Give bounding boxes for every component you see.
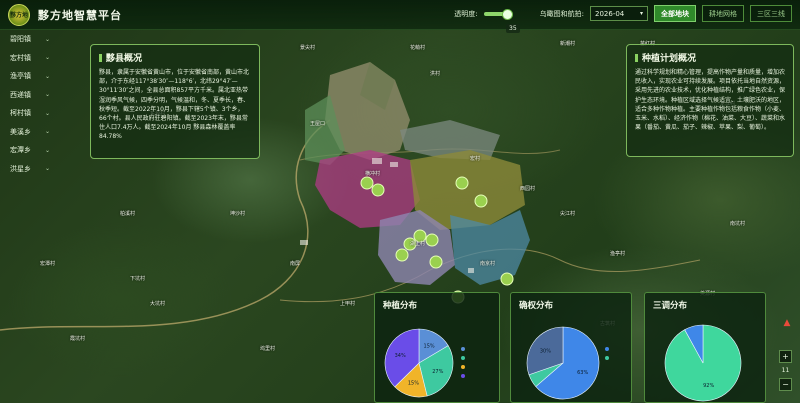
village-label: 南京村 xyxy=(480,261,496,267)
chart-panel-planting: 种植分布 15% 27% 15% 34% xyxy=(374,292,500,403)
sidebar-item-label: 渔亭镇 xyxy=(10,72,31,81)
village-label: 新潮村 xyxy=(560,41,576,47)
zoom-level: 11 xyxy=(781,367,790,374)
pie-slice-label: 92% xyxy=(703,383,714,389)
opacity-slider[interactable] xyxy=(483,8,513,20)
pie-slice-label: 15% xyxy=(408,381,419,387)
village-label: 霞坑村 xyxy=(70,336,86,342)
village-label: 宏潭村 xyxy=(40,261,56,267)
legend-dot xyxy=(605,347,609,351)
chevron-down-icon: ⌄ xyxy=(44,72,50,80)
village-label: 横冲村 xyxy=(365,171,381,177)
top-bar: 黟方地 黟方地智慧平台 透明度: 乌瞰图和航拍: 2026-04 ▾ 全部地块 … xyxy=(0,0,800,30)
overview-panel: 黟县概况 黟县，隶属于安徽省黄山市，位于安徽省南部，黄山市北部，介于东经117°… xyxy=(90,44,260,159)
legend-dot xyxy=(461,374,465,378)
sidebar-item[interactable]: 碧阳镇 ⌄ xyxy=(0,30,54,49)
sidebar-item-label: 洪星乡 xyxy=(10,164,31,173)
zoom-out-icon[interactable]: − xyxy=(779,378,792,391)
chart-title: 种植分布 xyxy=(383,301,418,311)
date-value: 2026-04 xyxy=(595,9,625,18)
sidebar-item[interactable]: 洪星乡 ⌄ xyxy=(0,160,54,179)
village-label: 南屏 xyxy=(290,261,301,267)
date-select[interactable]: 2026-04 ▾ xyxy=(590,6,648,21)
sidebar-item[interactable]: 西递镇 ⌄ xyxy=(0,86,54,105)
chart-title: 三调分布 xyxy=(653,301,688,311)
sidebar-item-label: 宏村镇 xyxy=(10,53,31,62)
chevron-down-icon: ⌄ xyxy=(44,91,50,99)
app-title: 黟方地智慧平台 xyxy=(38,8,122,22)
compass-icon[interactable]: ▲ xyxy=(782,318,792,331)
opacity-label: 透明度: xyxy=(454,9,478,18)
sidebar-item-label: 宏潭乡 xyxy=(10,146,31,155)
legend-dot xyxy=(461,347,465,351)
chart-panel-survey: 三调分布 92% xyxy=(644,292,766,403)
sidebar-item[interactable]: 渔亭镇 ⌄ xyxy=(0,67,54,86)
pie-slice-label: 63% xyxy=(577,370,588,376)
village-label: 西园村 xyxy=(520,186,536,192)
village-label: 湖上村 xyxy=(410,241,426,247)
pie-slice-label: 34% xyxy=(395,353,406,359)
pie-slice-label: 27% xyxy=(432,369,443,375)
village-label: 柏溪村 xyxy=(120,211,136,217)
chevron-down-icon: ⌄ xyxy=(44,35,50,43)
village-label: 花萌村 xyxy=(410,45,426,51)
zoom-controls: + 11 − xyxy=(779,350,792,391)
pie-slice-label: 30% xyxy=(540,348,551,354)
village-label: 上甲村 xyxy=(340,301,356,307)
chevron-down-icon: ⌄ xyxy=(44,146,50,154)
village-label: 宏村 xyxy=(470,156,481,162)
chart-title: 确权分布 xyxy=(519,301,554,311)
chevron-down-icon: ⌄ xyxy=(44,109,50,117)
legend-dot xyxy=(461,365,465,369)
zoom-in-icon[interactable]: + xyxy=(779,350,792,363)
sidebar-item[interactable]: 美溪乡 ⌄ xyxy=(0,123,54,142)
pie-chart-ownership[interactable]: 63% 30% xyxy=(511,311,633,403)
legend-dot xyxy=(605,356,609,360)
toolbar-controls: 透明度: 乌瞰图和航拍: 2026-04 ▾ 全部地块 耕地网格 三区三线 xyxy=(454,5,792,22)
opacity-value: 35 xyxy=(506,24,520,33)
town-sidebar: 碧阳镇 ⌄ 宏村镇 ⌄ 渔亭镇 ⌄ 西递镇 ⌄ 柯村镇 ⌄ 美溪乡 ⌄ 宏潭乡 ⌄ 洪星乡 ⌄ xyxy=(0,30,54,178)
village-label: 大坑村 xyxy=(150,301,166,307)
map-controls: ▲ xyxy=(782,318,792,331)
village-label: 坤沙村 xyxy=(230,211,246,217)
legend-dot xyxy=(461,356,465,360)
all-plots-button[interactable]: 全部地块 xyxy=(654,5,696,22)
calendar-icon: ▾ xyxy=(639,10,643,17)
logo-text: 黟方地 xyxy=(9,12,28,19)
plan-title: 种植计划概况 xyxy=(627,45,793,64)
pie-chart-planting[interactable]: 15% 27% 15% 34% xyxy=(375,311,501,403)
sidebar-item[interactable]: 宏潭乡 ⌄ xyxy=(0,141,54,160)
chevron-down-icon: ⌄ xyxy=(44,128,50,136)
pie-slice-label: 15% xyxy=(424,343,435,349)
plan-panel: 种植计划概况 通过科学规划和精心管理，提高作物产量和质量，增加农民收入，实现农业… xyxy=(626,44,794,157)
pie-chart-survey[interactable]: 92% xyxy=(645,311,767,403)
village-label: 坞里村 xyxy=(260,346,276,352)
village-label: 南坑村 xyxy=(730,221,746,227)
village-label: 洪村 xyxy=(430,71,441,77)
date-label: 乌瞰图和航拍: xyxy=(539,9,584,18)
chevron-down-icon: ⌄ xyxy=(44,165,50,173)
plan-text: 通过科学规划和精心管理，提高作物产量和质量，增加农民收入，实现农业可持续发展。项… xyxy=(635,69,786,132)
village-label: 王屋口 xyxy=(310,121,326,127)
chevron-down-icon: ⌄ xyxy=(44,54,50,62)
three-zones-button[interactable]: 三区三线 xyxy=(750,5,792,22)
app-logo: 黟方地 xyxy=(8,3,30,26)
farmland-grid-button[interactable]: 耕地网格 xyxy=(702,5,744,22)
sidebar-item[interactable]: 柯村镇 ⌄ xyxy=(0,104,54,123)
sidebar-item-label: 柯村镇 xyxy=(10,109,31,118)
sidebar-item-label: 美溪乡 xyxy=(10,127,31,136)
sidebar-item[interactable]: 宏村镇 ⌄ xyxy=(0,49,54,68)
village-label: 景尖村 xyxy=(300,45,316,51)
sidebar-item-label: 碧阳镇 xyxy=(10,35,31,44)
village-label: 渔亭村 xyxy=(610,251,626,257)
village-label: 尖江村 xyxy=(560,211,576,217)
overview-text: 黟县，隶属于安徽省黄山市，位于安徽省南部，黄山市北部，介于东经117°38′30… xyxy=(99,69,250,141)
overview-title: 黟县概况 xyxy=(91,45,259,64)
sidebar-item-label: 西递镇 xyxy=(10,90,31,99)
village-label: 下坑村 xyxy=(130,276,146,282)
chart-panel-ownership: 确权分布 63% 30% xyxy=(510,292,632,403)
